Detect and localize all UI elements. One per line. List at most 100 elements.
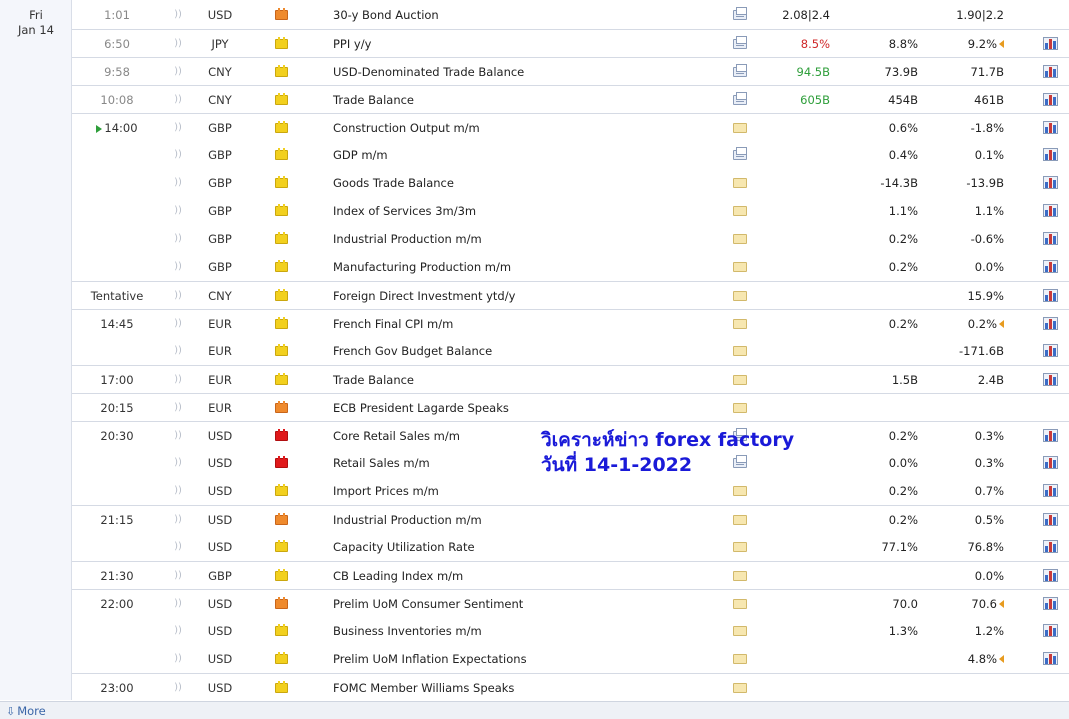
sound-alert-icon[interactable]: )) bbox=[172, 422, 184, 450]
graph-icon[interactable] bbox=[1041, 310, 1059, 338]
sound-alert-icon[interactable]: )) bbox=[172, 282, 184, 310]
sound-alert-icon[interactable]: )) bbox=[172, 197, 184, 225]
impact-icon[interactable] bbox=[275, 86, 289, 114]
event-row[interactable]: )) GBP Goods Trade Balance -14.3B -13.9B bbox=[72, 169, 1069, 197]
graph-icon[interactable] bbox=[1041, 114, 1059, 142]
impact-icon[interactable] bbox=[275, 562, 289, 590]
event-title[interactable]: Business Inventories m/m bbox=[333, 617, 713, 645]
detail-icon[interactable] bbox=[731, 282, 749, 310]
detail-icon[interactable] bbox=[731, 562, 749, 590]
event-row[interactable]: )) USD Business Inventories m/m 1.3% 1.2% bbox=[72, 617, 1069, 645]
event-row[interactable]: 22:00)) USD Prelim UoM Consumer Sentiment 7… bbox=[72, 589, 1069, 617]
event-row[interactable]: 14:45)) EUR French Final CPI m/m 0.2% 0.2% bbox=[72, 309, 1069, 337]
detail-icon[interactable] bbox=[731, 58, 749, 86]
graph-icon[interactable] bbox=[1041, 169, 1059, 197]
event-title[interactable]: Index of Services 3m/3m bbox=[333, 197, 713, 225]
detail-icon[interactable] bbox=[731, 225, 749, 253]
impact-icon[interactable] bbox=[275, 282, 289, 310]
graph-icon[interactable] bbox=[1041, 449, 1059, 477]
event-title[interactable]: FOMC Member Williams Speaks bbox=[333, 674, 713, 702]
sound-alert-icon[interactable]: )) bbox=[172, 590, 184, 618]
sound-alert-icon[interactable]: )) bbox=[172, 645, 184, 673]
event-title[interactable]: Manufacturing Production m/m bbox=[333, 253, 713, 281]
sound-alert-icon[interactable]: )) bbox=[172, 506, 184, 534]
detail-icon[interactable] bbox=[731, 645, 749, 673]
event-title[interactable]: French Gov Budget Balance bbox=[333, 337, 713, 365]
detail-icon[interactable] bbox=[731, 197, 749, 225]
graph-icon[interactable] bbox=[1041, 86, 1059, 114]
sound-alert-icon[interactable]: )) bbox=[172, 337, 184, 365]
detail-icon[interactable] bbox=[731, 141, 749, 169]
sound-alert-icon[interactable]: )) bbox=[172, 562, 184, 590]
detail-icon[interactable] bbox=[731, 533, 749, 561]
impact-icon[interactable] bbox=[275, 674, 289, 702]
detail-icon[interactable] bbox=[731, 506, 749, 534]
event-row[interactable]: 14:00)) GBP Construction Output m/m 0.6% -1.… bbox=[72, 113, 1069, 141]
sound-alert-icon[interactable]: )) bbox=[172, 114, 184, 142]
impact-icon[interactable] bbox=[275, 337, 289, 365]
impact-icon[interactable] bbox=[275, 141, 289, 169]
impact-icon[interactable] bbox=[275, 533, 289, 561]
impact-icon[interactable] bbox=[275, 366, 289, 394]
impact-icon[interactable] bbox=[275, 506, 289, 534]
graph-icon[interactable] bbox=[1041, 30, 1059, 58]
sound-alert-icon[interactable]: )) bbox=[172, 58, 184, 86]
event-title[interactable]: Capacity Utilization Rate bbox=[333, 533, 713, 561]
detail-icon[interactable] bbox=[731, 1, 749, 29]
event-row[interactable]: )) GBP Industrial Production m/m 0.2% -0.6% bbox=[72, 225, 1069, 253]
event-title[interactable]: Prelim UoM Consumer Sentiment bbox=[333, 590, 713, 618]
event-row[interactable]: 9:58)) CNY USD-Denominated Trade Balance 94… bbox=[72, 57, 1069, 85]
event-title[interactable]: Trade Balance bbox=[333, 86, 713, 114]
sound-alert-icon[interactable]: )) bbox=[172, 253, 184, 281]
event-title[interactable]: ECB President Lagarde Speaks bbox=[333, 394, 713, 422]
impact-icon[interactable] bbox=[275, 449, 289, 477]
event-row[interactable]: )) GBP Index of Services 3m/3m 1.1% 1.1% bbox=[72, 197, 1069, 225]
event-row[interactable]: 20:15)) EUR ECB President Lagarde Speaks bbox=[72, 393, 1069, 421]
event-title[interactable]: CB Leading Index m/m bbox=[333, 562, 713, 590]
graph-icon[interactable] bbox=[1041, 337, 1059, 365]
sound-alert-icon[interactable]: )) bbox=[172, 674, 184, 702]
impact-icon[interactable] bbox=[275, 253, 289, 281]
event-title[interactable]: GDP m/m bbox=[333, 141, 713, 169]
impact-icon[interactable] bbox=[275, 617, 289, 645]
graph-icon[interactable] bbox=[1041, 562, 1059, 590]
sound-alert-icon[interactable]: )) bbox=[172, 1, 184, 29]
event-row[interactable]: Tentative)) CNY Foreign Direct Investment … bbox=[72, 281, 1069, 309]
impact-icon[interactable] bbox=[275, 394, 289, 422]
sound-alert-icon[interactable]: )) bbox=[172, 449, 184, 477]
sound-alert-icon[interactable]: )) bbox=[172, 617, 184, 645]
detail-icon[interactable] bbox=[731, 617, 749, 645]
detail-icon[interactable] bbox=[731, 477, 749, 505]
graph-icon[interactable] bbox=[1041, 197, 1059, 225]
event-title[interactable]: Prelim UoM Inflation Expectations bbox=[333, 645, 713, 673]
event-title[interactable]: Industrial Production m/m bbox=[333, 506, 713, 534]
event-row[interactable]: )) GBP Manufacturing Production m/m 0.2% 0.0… bbox=[72, 253, 1069, 281]
detail-icon[interactable] bbox=[731, 114, 749, 142]
graph-icon[interactable] bbox=[1041, 645, 1059, 673]
sound-alert-icon[interactable]: )) bbox=[172, 169, 184, 197]
event-row[interactable]: )) USD Prelim UoM Inflation Expectations 4.… bbox=[72, 645, 1069, 673]
impact-icon[interactable] bbox=[275, 169, 289, 197]
event-title[interactable]: Goods Trade Balance bbox=[333, 169, 713, 197]
impact-icon[interactable] bbox=[275, 422, 289, 450]
sound-alert-icon[interactable]: )) bbox=[172, 141, 184, 169]
impact-icon[interactable] bbox=[275, 1, 289, 29]
event-title[interactable]: Trade Balance bbox=[333, 366, 713, 394]
sound-alert-icon[interactable]: )) bbox=[172, 225, 184, 253]
detail-icon[interactable] bbox=[731, 169, 749, 197]
sound-alert-icon[interactable]: )) bbox=[172, 533, 184, 561]
impact-icon[interactable] bbox=[275, 197, 289, 225]
graph-icon[interactable] bbox=[1041, 422, 1059, 450]
impact-icon[interactable] bbox=[275, 30, 289, 58]
event-title[interactable]: French Final CPI m/m bbox=[333, 310, 713, 338]
impact-icon[interactable] bbox=[275, 590, 289, 618]
event-row[interactable]: )) USD Capacity Utilization Rate 77.1% 76.8% bbox=[72, 533, 1069, 561]
impact-icon[interactable] bbox=[275, 114, 289, 142]
detail-icon[interactable] bbox=[731, 253, 749, 281]
graph-icon[interactable] bbox=[1041, 366, 1059, 394]
detail-icon[interactable] bbox=[731, 674, 749, 702]
graph-icon[interactable] bbox=[1041, 282, 1059, 310]
graph-icon[interactable] bbox=[1041, 590, 1059, 618]
detail-icon[interactable] bbox=[731, 310, 749, 338]
graph-icon[interactable] bbox=[1041, 617, 1059, 645]
